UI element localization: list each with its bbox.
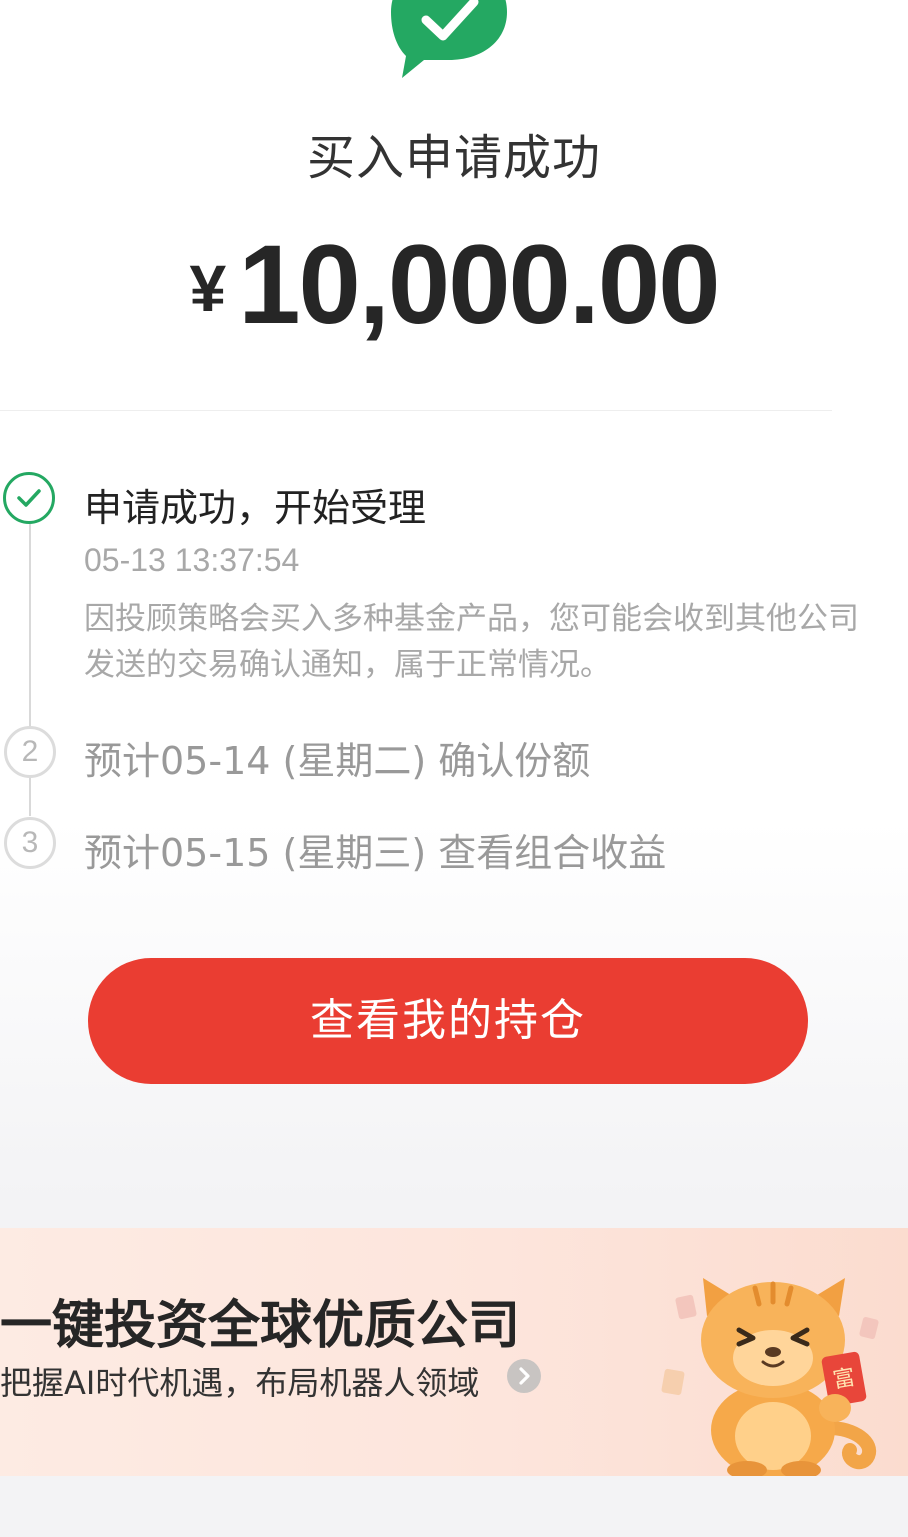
step-number-badge: 2 xyxy=(4,726,56,778)
currency-symbol: ¥ xyxy=(189,251,227,325)
banner-subtitle: 把握AI时代机遇，布局机器人领域 xyxy=(0,1364,480,1402)
step-timestamp: 05-13 13:37:54 xyxy=(84,542,300,578)
timeline-connector xyxy=(29,524,31,728)
mascot-card-text: 富 xyxy=(831,1365,857,1393)
promo-banner[interactable]: 一键投资全球优质公司 把握AI时代机遇，布局机器人领域 富 xyxy=(0,1228,908,1476)
success-check-icon xyxy=(391,0,507,78)
step-description: 因投顾策略会买入多种基金产品，您可能会收到其他公司发送的交易确认通知，属于正常情… xyxy=(84,601,859,683)
step-number-badge: 3 xyxy=(4,817,56,869)
view-holdings-button[interactable]: 查看我的持仓 xyxy=(88,958,808,1084)
amount-display: ¥10,000.00 xyxy=(0,220,908,349)
page-title: 买入申请成功 xyxy=(306,130,601,186)
amount-value: 10,000.00 xyxy=(238,222,720,347)
chevron-right-circle-icon[interactable] xyxy=(506,1358,542,1394)
step-title: 预计05-14 (星期二) 确认份额 xyxy=(84,739,591,783)
mascot-cat-icon: 富 xyxy=(661,1278,879,1476)
page-bottom-spacer xyxy=(0,1476,908,1537)
banner-title: 一键投资全球优质公司 xyxy=(0,1296,521,1356)
step-title: 申请成功，开始受理 xyxy=(84,486,427,530)
step-title: 预计05-15 (星期三) 查看组合收益 xyxy=(84,831,667,875)
divider xyxy=(0,410,832,411)
step-done-check-icon xyxy=(3,472,55,524)
timeline-connector xyxy=(29,776,31,816)
